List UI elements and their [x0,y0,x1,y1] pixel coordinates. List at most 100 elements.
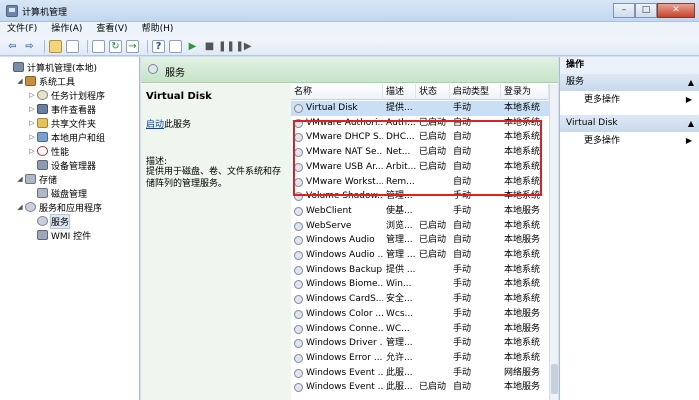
table-row[interactable]: VMware Authori... Auth... 已启动 自动 本地系统 [291,116,549,131]
tree-expander-icon[interactable]: ▷ [28,133,36,141]
column-description-header[interactable]: 描述 [383,84,416,100]
menu-action[interactable]: 操作(A) [44,22,89,37]
description-text: 提供用于磁盘、卷、文件系统和存储阵列的管理服务。 [146,167,282,189]
table-row[interactable]: Windows Driver ... 管理... 手动 本地系统 [291,336,549,351]
actions-section-title: Virtual Disk [566,118,618,128]
start-service-suffix: 此服务 [164,120,192,130]
service-description: Net... [386,147,411,158]
table-row[interactable]: Windows Event ... 此服... 已启动 自动 本地服务 [291,380,549,395]
table-row[interactable]: VMware Workst... Rem... 自动 本地系统 [291,175,549,190]
export-icon[interactable]: → [126,39,139,53]
tree-item[interactable]: ▷ 性能 [28,144,69,158]
service-startup-type: 自动 [453,382,472,393]
properties-icon[interactable] [92,39,105,53]
table-row[interactable]: Windows Audio ... 管理 ... 已启动 自动 本地系统 [291,248,549,263]
tree-item[interactable]: ▷ 事件查看器 [28,102,96,116]
service-startup-type: 手动 [453,367,472,378]
column-startup-type-header[interactable]: 启动类型 [450,84,501,100]
tree-item[interactable]: ▷ 任务计划程序 [28,88,105,102]
table-row[interactable]: WebServe 浏览... 已启动 自动 本地系统 [291,219,549,234]
table-row[interactable]: VMware NAT Se... Net... 已启动 自动 本地系统 [291,145,549,160]
more-actions-item[interactable]: 更多操作 ▶ [560,133,699,149]
forward-arrow-icon[interactable]: ⇨ [23,40,36,53]
tree-item[interactable]: ◢ 系统工具 [16,74,75,88]
service-name: WebServe [306,220,352,231]
table-row[interactable]: WebClient 使基... 手动 本地服务 [291,204,549,219]
table-row[interactable]: Volume Shadow... 管理... 手动 本地系统 [291,189,549,204]
tree-item[interactable]: ◢ 存储 [16,172,57,186]
table-row[interactable]: Windows Backup 提供 ... 手动 本地系统 [291,263,549,278]
service-name: VMware USB Ar... [306,161,383,172]
actions-panel: 操作 服务 ▲ 更多操作 ▶ Virtual Disk ▲ 更多操作 ▶ [559,57,699,400]
service-status: 已启动 [419,117,447,128]
service-logon: 本地系统 [504,352,541,363]
help-icon[interactable]: ? [152,39,165,53]
back-arrow-icon[interactable]: ⇦ [6,40,19,53]
service-status: 已启动 [419,235,447,246]
table-row[interactable]: Windows Biome... Win... 手动 本地系统 [291,277,549,292]
perf-icon [37,146,48,156]
service-description: Auth... [386,117,416,128]
tree-expander-icon[interactable]: ▷ [28,105,36,113]
service-description: 管理... [386,338,413,349]
services-list-header: 名称 描述 状态 启动类型 登录为 [291,84,549,100]
collapse-caret-icon[interactable]: ▲ [688,74,694,91]
tree-expander-icon[interactable]: ◢ [16,175,24,183]
more-actions-item[interactable]: 更多操作 ▶ [560,92,699,108]
column-logon-as-header[interactable]: 登录为 [501,84,549,100]
collapse-caret-icon[interactable]: ▲ [688,115,694,132]
vertical-scrollbar[interactable] [549,84,558,400]
service-startup-type: 手动 [453,323,472,334]
service-status [419,101,453,116]
scrollbar-thumb[interactable] [551,364,558,394]
maximize-button[interactable]: □ [635,3,657,18]
table-row[interactable]: Windows Error ... 允许... 手动 本地系统 [291,351,549,366]
table-row[interactable]: VMware USB Ar... Arbit... 已启动 自动 本地系统 [291,160,549,175]
actions-title: 操作 [560,57,699,74]
column-status-header[interactable]: 状态 [416,84,450,100]
menu-view[interactable]: 查看(V) [89,22,134,37]
pause-service-icon[interactable]: ❚❚ [218,40,235,53]
tree-item[interactable]: WMI 控件 [28,228,91,242]
tree-expander-icon[interactable]: ◢ [16,77,24,85]
service-startup-type: 手动 [453,191,472,202]
service-description: 使基... [386,205,413,216]
actions-section-header[interactable]: 服务 ▲ [560,74,699,91]
tree-expander-icon[interactable]: ▷ [28,91,36,99]
show-hide-tree-icon[interactable] [66,39,79,53]
tree-item[interactable]: ▷ 共享文件夹 [28,116,96,130]
restart-service-icon[interactable]: ❚▶ [235,40,251,53]
tree-item[interactable]: 设备管理器 [28,158,96,172]
tree-item[interactable]: 计算机管理(本地) [4,60,97,74]
tree-item[interactable]: ◢ 服务和应用程序 [16,200,102,214]
menu-help[interactable]: 帮助(H) [135,22,181,37]
table-row[interactable]: Windows Event ... 此服... 手动 网络服务 [291,366,549,381]
stop-service-icon[interactable]: ■ [203,40,216,53]
table-row[interactable]: Windows Conne... WC... 手动 本地服务 [291,322,549,337]
table-row[interactable]: Virtual Disk 提供... 手动 本地系统 [291,101,549,116]
up-folder-icon[interactable] [49,39,62,53]
service-status: 已启动 [419,132,447,143]
tree-item[interactable]: ▷ 本地用户和组 [28,130,105,144]
table-row[interactable]: VMware DHCP S... DHC... 已启动 自动 本地系统 [291,130,549,145]
close-button[interactable]: ✕ [657,3,695,18]
minimize-button[interactable]: – [613,3,635,18]
table-row[interactable]: Windows CardS... 安全... 手动 本地系统 [291,292,549,307]
actions-section-header[interactable]: Virtual Disk ▲ [560,115,699,132]
console-icon[interactable] [169,39,182,53]
tree-expander-icon[interactable]: ◢ [16,203,24,211]
service-status [419,277,453,292]
start-service-icon[interactable]: ▶ [186,40,199,53]
tree-expander-icon[interactable]: ▷ [28,147,36,155]
tree-item[interactable]: 服务 [28,213,71,229]
menu-file[interactable]: 文件(F) [0,22,44,37]
refresh-icon[interactable]: ↻ [109,39,122,53]
tree-expander-icon[interactable]: ▷ [28,119,36,127]
column-name-header[interactable]: 名称 [291,84,383,100]
table-row[interactable]: Windows Color ... Wcs... 手动 本地服务 [291,307,549,322]
start-service-link[interactable]: 启动 [146,120,164,130]
service-logon: 本地服务 [504,235,541,246]
tree-item[interactable]: 磁盘管理 [28,186,87,200]
table-row[interactable]: Windows Audio 管理... 已启动 自动 本地服务 [291,233,549,248]
service-startup-type: 手动 [453,205,472,216]
